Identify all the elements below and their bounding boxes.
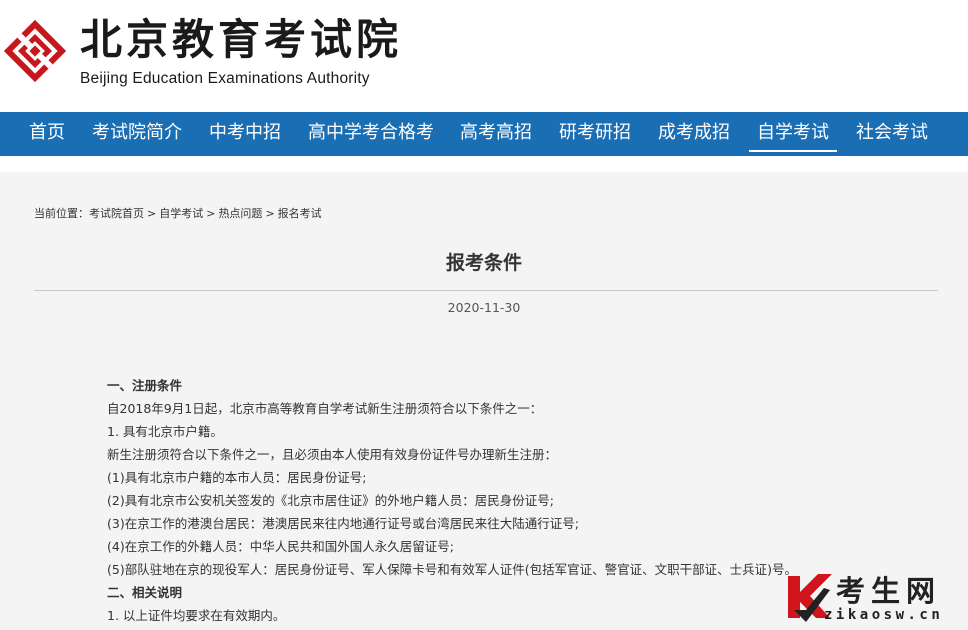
breadcrumb-separator: > xyxy=(265,207,275,220)
breadcrumb-separator: > xyxy=(147,207,157,220)
paragraph: (4)在京工作的外籍人员：中华人民共和国外国人永久居留证号; xyxy=(107,539,454,554)
breadcrumb-separator: > xyxy=(206,207,216,220)
breadcrumb-link-hot[interactable]: 热点问题 xyxy=(218,207,262,220)
paragraph: 自2018年9月1日起，北京市高等教育自学考试新生注册须符合以下条件之一： xyxy=(107,401,543,416)
nav-item-shehui[interactable]: 社会考试 xyxy=(856,112,928,156)
nav-item-zikao[interactable]: 自学考试 xyxy=(749,112,837,156)
article-panel: 当前位置：考试院首页 > 自学考试 > 热点问题 > 报名考试 报考条件 2020-11-3… xyxy=(0,172,968,630)
nav-item-chengkao[interactable]: 成考成招 xyxy=(658,112,730,156)
paragraph: 新生注册须符合以下条件之一，且必须由本人使用有效身份证件号办理新生注册： xyxy=(107,447,558,462)
site-header: 北京教育考试院 Beijing Education Examinations A… xyxy=(0,0,968,112)
article-body: 一、注册条件 自2018年9月1日起，北京市高等教育自学考试新生注册须符合以下条… xyxy=(107,374,827,627)
breadcrumb-link-home[interactable]: 考试院首页 xyxy=(89,207,144,220)
nav-item-xuekao[interactable]: 高中学考合格考 xyxy=(308,112,434,156)
authority-logo-icon[interactable] xyxy=(2,18,68,84)
paragraph: 1. 具有北京市户籍。 xyxy=(107,424,223,439)
breadcrumb: 当前位置：考试院首页 > 自学考试 > 热点问题 > 报名考试 xyxy=(34,205,322,221)
section-heading: 二、相关说明 xyxy=(107,585,183,600)
paragraph: (5)部队驻地在京的现役军人：居民身份证号、军人保障卡号和有效军人证件(包括军官… xyxy=(107,562,797,577)
breadcrumb-prefix: 当前位置： xyxy=(34,207,89,220)
watermark-cn: 考生网 xyxy=(836,574,942,608)
paragraph: (1)具有北京市户籍的本市人员：居民身份证号; xyxy=(107,470,367,485)
logo-title-en[interactable]: Beijing Education Examinations Authority xyxy=(80,70,370,88)
watermark-en: zikaosw.cn xyxy=(824,607,944,623)
watermark: 考生网 zikaosw.cn xyxy=(784,566,968,630)
article-date: 2020-11-30 xyxy=(447,300,521,315)
nav-item-about[interactable]: 考试院简介 xyxy=(92,112,182,156)
section-heading: 一、注册条件 xyxy=(107,378,183,393)
paragraph: (2)具有北京市公安机关签发的《北京市居住证》的外地户籍人员：居民身份证号; xyxy=(107,493,554,508)
breadcrumb-link-register[interactable]: 报名考试 xyxy=(278,207,322,220)
paragraph: (3)在京工作的港澳台居民：港澳居民来往内地通行证号或台湾居民来往大陆通行证号; xyxy=(107,516,579,531)
nav-item-gaokao[interactable]: 高考高招 xyxy=(460,112,532,156)
paragraph: 1. 以上证件均要求在有效期内。 xyxy=(107,608,286,623)
title-divider xyxy=(34,290,938,291)
nav-item-yankao[interactable]: 研考研招 xyxy=(559,112,631,156)
nav-item-home[interactable]: 首页 xyxy=(29,112,65,156)
main-nav: 首页 考试院简介 中考中招 高中学考合格考 高考高招 研考研招 成考成招 自学考… xyxy=(0,112,968,156)
logo-title-cn[interactable]: 北京教育考试院 xyxy=(80,14,402,66)
breadcrumb-link-zikao[interactable]: 自学考试 xyxy=(159,207,203,220)
article-title: 报考条件 xyxy=(445,252,522,274)
nav-item-zhongkao[interactable]: 中考中招 xyxy=(209,112,281,156)
